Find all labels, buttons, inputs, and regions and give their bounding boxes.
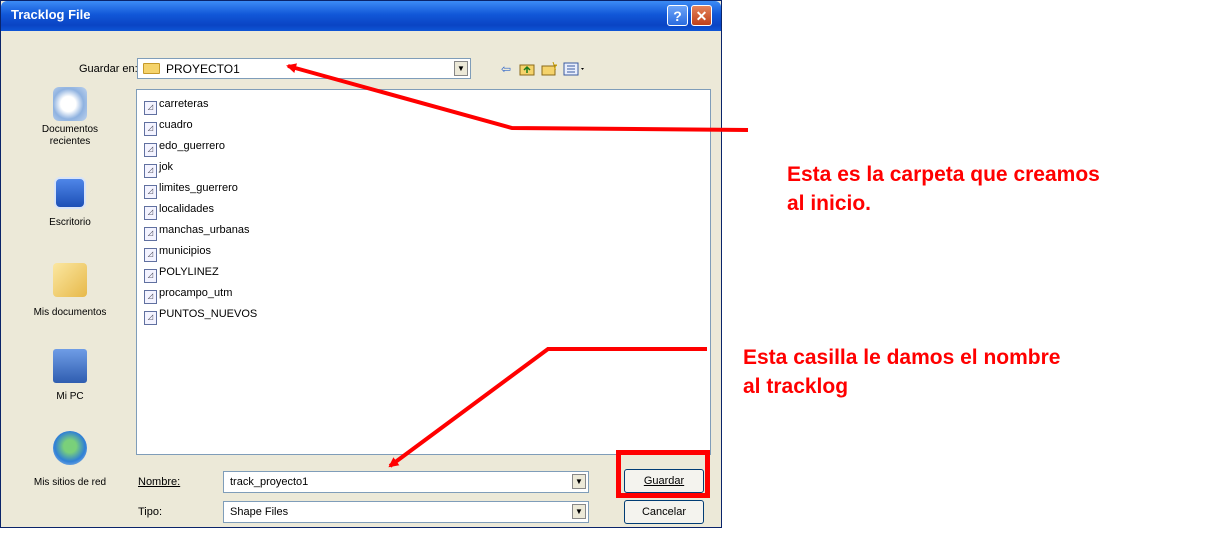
folder-annotation: Esta es la carpeta que creamos al inicio… (787, 160, 1100, 218)
annotation-arrows (286, 63, 749, 468)
name-annotation-line1: Esta casilla le damos el nombre (743, 346, 1061, 369)
name-arrow (388, 347, 707, 468)
folder-annotation-line1: Esta es la carpeta que creamos (787, 163, 1100, 186)
folder-annotation-line2: al inicio. (787, 192, 872, 215)
folder-arrow (286, 63, 749, 132)
name-annotation: Esta casilla le damos el nombre al track… (743, 343, 1060, 401)
name-annotation-line2: al tracklog (743, 375, 849, 398)
